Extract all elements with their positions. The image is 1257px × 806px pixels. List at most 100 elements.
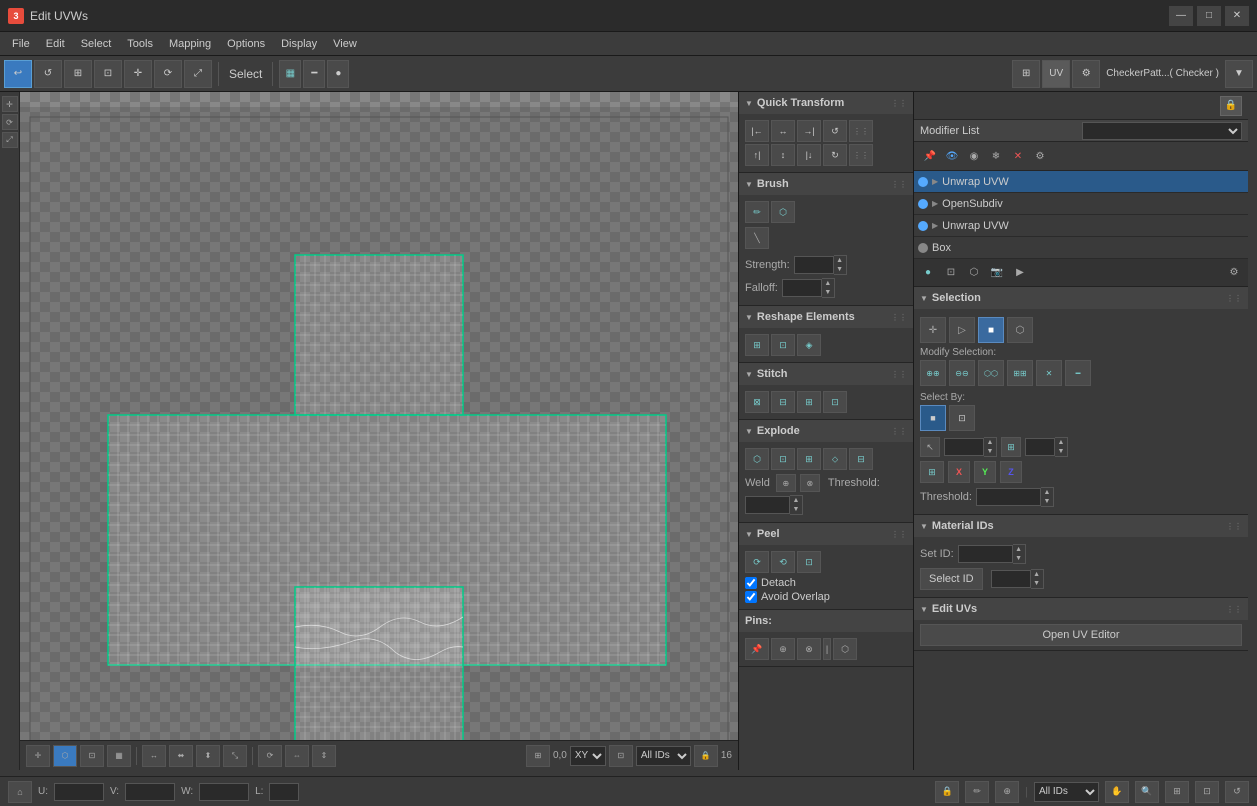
maximize-button[interactable]: □ bbox=[1197, 6, 1221, 26]
strength-down[interactable]: ▼ bbox=[834, 265, 846, 274]
pin-btn1[interactable]: 📌 bbox=[745, 638, 769, 660]
bottom-zoom-btn[interactable]: 🔍 bbox=[1135, 781, 1159, 803]
uv-lock-btn[interactable]: 🔒 bbox=[694, 745, 718, 767]
material-ids-header[interactable]: ▼ Material IDs ⋮⋮ bbox=[914, 515, 1248, 537]
object-name-input[interactable]: Box001 bbox=[920, 99, 1220, 113]
mod-sel-ring[interactable]: ⊞⊞ bbox=[1007, 360, 1033, 386]
sel-edge-btn[interactable]: ▷ bbox=[949, 317, 975, 343]
modifier-item-unwrap2[interactable]: ▶ Unwrap UVW bbox=[914, 215, 1248, 237]
sel-spin1-up[interactable]: ▲ bbox=[984, 438, 996, 447]
mod-sel-contract[interactable]: ⊖⊖ bbox=[949, 360, 975, 386]
bottom-magnet-btn[interactable]: 🔒 bbox=[935, 781, 959, 803]
sel-cursor-btn[interactable]: ↖ bbox=[920, 437, 940, 457]
bottom-paint-btn[interactable]: ⊕ bbox=[995, 781, 1019, 803]
sel-spin1-down[interactable]: ▼ bbox=[984, 447, 996, 456]
bottom-frame-btn[interactable]: ⊞ bbox=[1165, 781, 1189, 803]
v-input[interactable] bbox=[125, 783, 175, 801]
reshape-header[interactable]: ▼ Reshape Elements ⋮⋮ bbox=[739, 306, 913, 328]
pin-btn3[interactable]: ⊗ bbox=[797, 638, 821, 660]
mod-props-btn[interactable]: ⚙ bbox=[1030, 146, 1050, 166]
scene-obj-icon[interactable]: ● bbox=[918, 263, 938, 283]
sel-element-btn[interactable]: ⬡ bbox=[1007, 317, 1033, 343]
uv-select-box-btn[interactable]: ⬡ bbox=[53, 745, 77, 767]
bottom-region-btn[interactable]: ⊡ bbox=[1195, 781, 1219, 803]
sel-y-btn[interactable]: Y bbox=[974, 461, 996, 483]
toolbar-select-btn[interactable]: ↩ bbox=[4, 60, 32, 88]
sel-x-btn[interactable]: X bbox=[948, 461, 970, 483]
uv-move-btn[interactable]: ↔ bbox=[142, 745, 166, 767]
uv-scale2-btn[interactable]: ⤡ bbox=[223, 745, 247, 767]
set-id-spinner[interactable]: ▲ ▼ bbox=[958, 544, 1026, 564]
explode-btn5[interactable]: ⊟ bbox=[849, 448, 873, 470]
explode-btn4[interactable]: ⬦ bbox=[823, 448, 847, 470]
threshold-up[interactable]: ▲ bbox=[790, 496, 802, 505]
threshold2-up[interactable]: ▲ bbox=[1041, 488, 1053, 497]
stitch-btn2[interactable]: ⊟ bbox=[771, 391, 795, 413]
menu-view[interactable]: View bbox=[325, 36, 365, 52]
mod-render-btn[interactable]: ◉ bbox=[964, 146, 984, 166]
sel-spin1-input[interactable]: 15,0 bbox=[944, 438, 984, 456]
scene-extra-icon[interactable]: ⚙ bbox=[1224, 263, 1244, 283]
toolbar-move-btn[interactable]: ✛ bbox=[124, 60, 152, 88]
qt-align-bottom[interactable]: |↓ bbox=[797, 144, 821, 166]
lt-scale[interactable]: ⤢ bbox=[2, 132, 18, 148]
l-input[interactable] bbox=[269, 783, 299, 801]
uv-ids-select[interactable]: All IDs bbox=[636, 746, 691, 766]
qt-dots2[interactable]: ⋮⋮ bbox=[849, 144, 873, 166]
mod-delete-btn[interactable]: ✕ bbox=[1008, 146, 1028, 166]
menu-display[interactable]: Display bbox=[273, 36, 325, 52]
menu-select[interactable]: Select bbox=[73, 36, 120, 52]
uv-axis-select[interactable]: XY XZ YZ bbox=[570, 746, 606, 766]
toolbar-scale-btn[interactable]: ⤢ bbox=[184, 60, 212, 88]
explode-btn2[interactable]: ⊡ bbox=[771, 448, 795, 470]
lt-move[interactable]: ✛ bbox=[2, 96, 18, 112]
sel-spinner2[interactable]: 1 ▲ ▼ bbox=[1025, 437, 1068, 457]
qt-dots1[interactable]: ⋮⋮ bbox=[849, 120, 873, 142]
qt-rotate-ccw[interactable]: ↺ bbox=[823, 120, 847, 142]
threshold-down[interactable]: ▼ bbox=[790, 505, 802, 514]
edit-uvs-header[interactable]: ▼ Edit UVs ⋮⋮ bbox=[914, 598, 1248, 620]
modifier-item-unwrap1[interactable]: ▶ Unwrap UVW bbox=[914, 171, 1248, 193]
uv-scale-h-btn[interactable]: ⬌ bbox=[169, 745, 193, 767]
mod-eye-btn[interactable]: 👁 bbox=[942, 146, 962, 166]
toolbar-settings-btn[interactable]: ⚙ bbox=[1072, 60, 1100, 88]
peel-btn3[interactable]: ⊡ bbox=[797, 551, 821, 573]
reshape-btn1[interactable]: ⊞ bbox=[745, 334, 769, 356]
uv-snap-btn[interactable]: ⊡ bbox=[609, 745, 633, 767]
window-controls[interactable]: — □ ✕ bbox=[1169, 6, 1249, 26]
bottom-home-btn[interactable]: ⌂ bbox=[8, 781, 32, 803]
mod-sel-dash[interactable]: ━ bbox=[1065, 360, 1091, 386]
select-id-down[interactable]: ▼ bbox=[1031, 579, 1043, 588]
modifier-dropdown[interactable] bbox=[1082, 122, 1242, 140]
sel-spin2-up[interactable]: ▲ bbox=[1055, 438, 1067, 447]
bottom-ids-select[interactable]: All IDs bbox=[1034, 782, 1099, 802]
select-id-input[interactable] bbox=[991, 570, 1031, 588]
mod-freeze-btn[interactable]: ❄ bbox=[986, 146, 1006, 166]
qt-align-left[interactable]: |← bbox=[745, 120, 769, 142]
sel-spin2-down[interactable]: ▼ bbox=[1055, 447, 1067, 456]
menu-file[interactable]: File bbox=[4, 36, 38, 52]
sel-xyz-grid-btn[interactable]: ⊞ bbox=[920, 461, 944, 483]
threshold-spinner[interactable]: 0,01 ▲ ▼ bbox=[745, 495, 803, 515]
uv-canvas-area[interactable]: ✛ ⬡ ⊡ ▦ ↔ ⬌ ⬍ ⤡ ⟳ ⇔ ⇕ ⊞ 0,0 XY XZ YZ ⊡ A… bbox=[20, 92, 738, 770]
weld2-btn[interactable]: ⊗ bbox=[800, 474, 820, 492]
falloff-input[interactable]: 20,0 bbox=[782, 279, 822, 297]
modifier-item-box[interactable]: Box bbox=[914, 237, 1248, 259]
detach-checkbox[interactable] bbox=[745, 577, 757, 589]
brush-header[interactable]: ▼ Brush ⋮⋮ bbox=[739, 173, 913, 195]
weld-btn[interactable]: ⊕ bbox=[776, 474, 796, 492]
sel-loop-btn[interactable]: ⊞ bbox=[1001, 437, 1021, 457]
stitch-btn3[interactable]: ⊞ bbox=[797, 391, 821, 413]
strength-up[interactable]: ▲ bbox=[834, 256, 846, 265]
sel-z-btn[interactable]: Z bbox=[1000, 461, 1022, 483]
bottom-snap-btn[interactable]: ✏ bbox=[965, 781, 989, 803]
threshold2-input[interactable]: 0,025cm bbox=[976, 488, 1041, 506]
peel-header[interactable]: ▼ Peel ⋮⋮ bbox=[739, 523, 913, 545]
uv-scale-v-btn[interactable]: ⬍ bbox=[196, 745, 220, 767]
set-id-down[interactable]: ▼ bbox=[1013, 554, 1025, 563]
uv-pan-btn[interactable]: ✛ bbox=[26, 745, 50, 767]
sel-spinner1[interactable]: 15,0 ▲ ▼ bbox=[944, 437, 997, 457]
brush-relax-btn[interactable]: ✏ bbox=[745, 201, 769, 223]
sel-by-element[interactable]: ■ bbox=[920, 405, 946, 431]
set-id-up[interactable]: ▲ bbox=[1013, 545, 1025, 554]
